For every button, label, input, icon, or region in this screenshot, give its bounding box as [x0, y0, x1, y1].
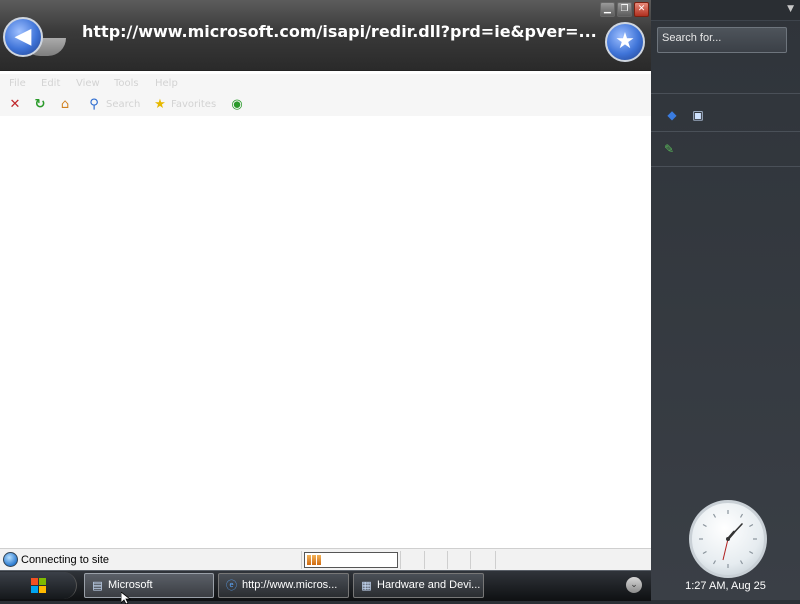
ie-icon: ⓔ [226, 579, 237, 592]
start-button[interactable] [0, 572, 77, 599]
windows-sidebar: ▼ Search for... ◆ ▣ ✎ 1:27 AM, Aug 25 [651, 0, 800, 600]
search-toolbar-label[interactable]: Search [106, 99, 140, 110]
taskbar-item-hardware[interactable]: ▦ Hardware and Devi... [353, 573, 484, 598]
search-icon[interactable]: ⚲ [86, 97, 102, 113]
favorites-button[interactable]: ★ [605, 22, 645, 62]
status-divider [495, 551, 496, 569]
status-bar: Connecting to site [0, 548, 651, 570]
globe-icon [3, 552, 18, 567]
browser-toolbar: ✕ ↻ ⌂ ⚲ Search ★ Favorites ◉ [0, 94, 651, 116]
menu-help[interactable]: Help [155, 78, 178, 89]
address-url-title[interactable]: http://www.microsoft.com/isapi/redir.dll… [82, 22, 597, 41]
back-arrow-icon: ◀ [14, 24, 32, 49]
menu-view[interactable]: View [76, 78, 100, 89]
home-icon[interactable]: ⌂ [57, 97, 73, 113]
star-icon: ★ [615, 29, 635, 54]
taskbar: ▤ Microsoft ⓔ http://www.micros... ▦ Har… [0, 570, 651, 601]
status-divider [301, 551, 302, 569]
status-divider [447, 551, 448, 569]
taskbar-item-label: http://www.micros... [242, 579, 338, 591]
favorites-toolbar-label[interactable]: Favorites [171, 99, 216, 110]
taskbar-item-label: Hardware and Devi... [377, 579, 481, 591]
media-icon[interactable]: ◉ [229, 97, 245, 113]
progress-block [307, 555, 311, 565]
progress-bar [304, 552, 398, 568]
clock-time-label: 1:27 AM, Aug 25 [685, 580, 766, 592]
menu-file[interactable]: File [9, 78, 26, 89]
close-button[interactable]: ✕ [634, 2, 649, 17]
refresh-icon[interactable]: ↻ [32, 97, 48, 113]
favorites-star-icon[interactable]: ★ [152, 97, 168, 113]
taskbar-item-ie-url[interactable]: ⓔ http://www.micros... [218, 573, 349, 598]
menu-bar: File Edit View Tools Help [0, 74, 651, 94]
stop-icon[interactable]: ✕ [7, 97, 23, 113]
page-content-area[interactable] [0, 117, 651, 547]
taskbar-item-label: Microsoft [108, 579, 153, 591]
browser-window: ◀ http://www.microsoft.com/isapi/redir.d… [0, 0, 651, 570]
sidebar-divider [651, 131, 800, 132]
progress-block [317, 555, 321, 565]
status-divider [400, 551, 401, 569]
ie-window-icon: ▤ [92, 579, 103, 592]
sidebar-divider [651, 93, 800, 94]
minimize-button[interactable]: ▁ [600, 2, 615, 17]
progress-block [312, 555, 316, 565]
status-text: Connecting to site [21, 554, 110, 566]
windows-logo-icon [31, 578, 46, 593]
sidebar-search-box[interactable]: Search for... [657, 27, 787, 53]
control-panel-icon: ▦ [361, 579, 372, 592]
menu-edit[interactable]: Edit [41, 78, 60, 89]
back-button[interactable]: ◀ [3, 17, 43, 57]
taskbar-item-microsoft[interactable]: ▤ Microsoft [84, 573, 214, 598]
status-divider [424, 551, 425, 569]
sidebar-menu-arrow-icon[interactable]: ▼ [787, 4, 794, 14]
browser-titlebar: ◀ http://www.microsoft.com/isapi/redir.d… [0, 0, 651, 71]
restore-button[interactable]: ❐ [617, 2, 632, 17]
sidebar-divider [651, 166, 800, 167]
menu-tools[interactable]: Tools [114, 78, 139, 89]
tray-expand-icon[interactable]: ⌄ [626, 577, 642, 593]
sidebar-app-icon[interactable]: ✎ [661, 141, 677, 157]
sidebar-app-icon[interactable]: ▣ [690, 107, 706, 123]
sidebar-header: ▼ [651, 0, 800, 21]
clock-gadget[interactable] [689, 500, 767, 578]
sidebar-search-placeholder: Search for... [662, 32, 722, 44]
clock-face-icon [699, 510, 757, 568]
status-divider [470, 551, 471, 569]
mouse-cursor-icon [121, 592, 131, 604]
sidebar-app-icon[interactable]: ◆ [664, 107, 680, 123]
